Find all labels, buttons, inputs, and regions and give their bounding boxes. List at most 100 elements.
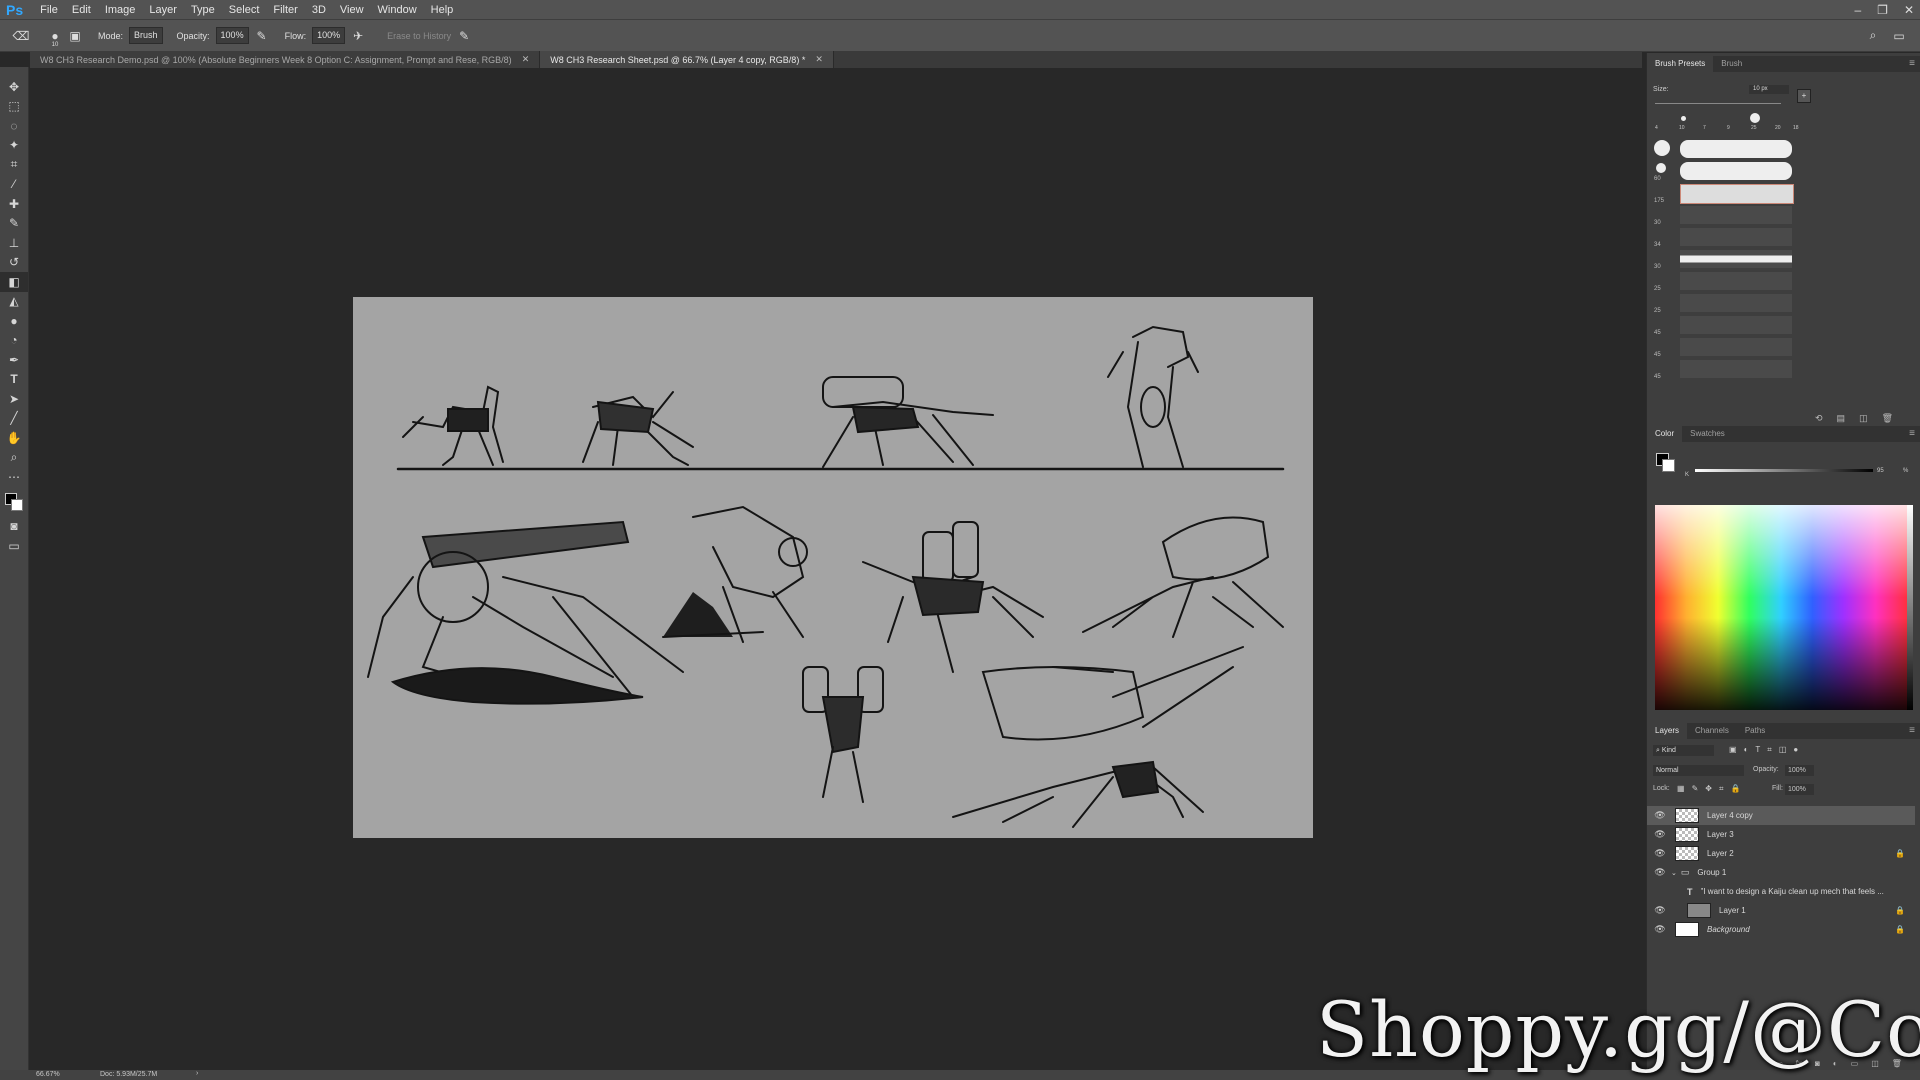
blend-mode-dropdown[interactable]: Normal bbox=[1653, 765, 1744, 776]
brush-panel-toggle-icon[interactable]: ▣ bbox=[68, 29, 82, 43]
brush-preset[interactable]: 45 bbox=[1652, 358, 1792, 380]
tab-brush[interactable]: Brush bbox=[1713, 56, 1750, 72]
brush-preset[interactable]: 175 bbox=[1652, 182, 1794, 204]
layer-row[interactable]: 👁 Background 🔒 bbox=[1647, 920, 1915, 939]
mode-dropdown[interactable]: Brush bbox=[129, 27, 163, 44]
restore-button[interactable]: ❐ bbox=[1877, 3, 1888, 17]
lock-artboard-icon[interactable]: ⌗ bbox=[1719, 784, 1724, 794]
dodge-icon[interactable]: ◔ bbox=[0, 331, 28, 351]
visibility-eye-icon[interactable]: 👁 bbox=[1653, 924, 1667, 935]
chevron-right-icon[interactable]: › bbox=[196, 1070, 198, 1077]
eyedropper-icon[interactable]: ⁄ bbox=[0, 175, 28, 195]
menu-edit[interactable]: Edit bbox=[65, 4, 98, 16]
close-icon[interactable]: ✕ bbox=[522, 54, 530, 65]
size-field[interactable]: 10 px bbox=[1749, 85, 1789, 94]
lasso-icon[interactable]: ◌ bbox=[0, 116, 28, 136]
menu-image[interactable]: Image bbox=[98, 4, 143, 16]
menu-layer[interactable]: Layer bbox=[142, 4, 184, 16]
panel-menu-icon[interactable]: ≡ bbox=[1909, 56, 1915, 72]
airbrush-icon[interactable]: ✈ bbox=[351, 29, 365, 43]
lock-all-icon[interactable]: 🔒 bbox=[1730, 784, 1740, 794]
stamp-icon[interactable]: ⊥ bbox=[0, 233, 28, 253]
trash-icon[interactable]: 🗑 bbox=[1882, 413, 1893, 424]
brush-preset[interactable]: 30 bbox=[1652, 204, 1792, 226]
visibility-eye-icon[interactable]: 👁 bbox=[1653, 810, 1667, 821]
brush-preset[interactable]: 25 bbox=[1652, 270, 1792, 292]
tab-layers[interactable]: Layers bbox=[1647, 723, 1688, 739]
type-filter-icon[interactable]: T bbox=[1755, 745, 1760, 755]
spectrum-brightness-bar[interactable] bbox=[1907, 505, 1913, 710]
layer-row[interactable]: 👁 Layer 4 copy bbox=[1647, 806, 1915, 825]
document-canvas[interactable] bbox=[353, 297, 1313, 838]
color-spectrum[interactable] bbox=[1655, 505, 1907, 710]
brush-preset[interactable]: 25 bbox=[1652, 292, 1792, 314]
lock-pixels-icon[interactable]: ✎ bbox=[1692, 784, 1699, 794]
adjustment-filter-icon[interactable]: ◐ bbox=[1744, 745, 1749, 755]
pressure-size-icon[interactable]: ✎ bbox=[457, 29, 471, 43]
brush-preset[interactable]: 45 bbox=[1652, 314, 1792, 336]
close-window-button[interactable]: ✕ bbox=[1904, 3, 1914, 17]
layer-row[interactable]: T "I want to design a Kaiju clean up mec… bbox=[1647, 882, 1915, 901]
k-value[interactable]: 95 bbox=[1877, 468, 1884, 474]
background-color-swatch[interactable] bbox=[11, 498, 23, 511]
shape-filter-icon[interactable]: ⌗ bbox=[1767, 745, 1772, 755]
visibility-eye-icon[interactable]: 👁 bbox=[1653, 905, 1667, 916]
pen-icon[interactable]: ✒ bbox=[0, 350, 28, 370]
panel-menu-icon[interactable]: ≡ bbox=[1909, 426, 1915, 442]
brush-preset[interactable]: 45 bbox=[1652, 336, 1792, 358]
brush-tip-dot[interactable] bbox=[1681, 116, 1686, 121]
layer-group-row[interactable]: 👁 ⌄ ▭ Group 1 bbox=[1647, 863, 1915, 882]
more-icon[interactable]: ⋯ bbox=[0, 467, 28, 487]
minimize-button[interactable]: – bbox=[1854, 3, 1861, 17]
menu-3d[interactable]: 3D bbox=[305, 4, 333, 16]
search-icon[interactable]: ⌕ bbox=[1866, 28, 1880, 43]
new-preset-icon[interactable]: + bbox=[1797, 89, 1811, 103]
menu-filter[interactable]: Filter bbox=[266, 4, 304, 16]
history-brush-icon[interactable]: ↺ bbox=[0, 253, 28, 273]
path-select-icon[interactable]: ➤ bbox=[0, 389, 28, 409]
color-swatches[interactable] bbox=[0, 487, 28, 517]
fill-field[interactable]: 100% bbox=[1785, 784, 1814, 795]
flow-field[interactable]: 100% bbox=[312, 27, 346, 44]
tab-channels[interactable]: Channels bbox=[1687, 723, 1737, 739]
tab-color[interactable]: Color bbox=[1647, 426, 1683, 442]
menu-view[interactable]: View bbox=[333, 4, 371, 16]
bucket-icon[interactable]: ◭ bbox=[0, 292, 28, 312]
blur-icon[interactable]: ● bbox=[0, 311, 28, 331]
tab-research-demo[interactable]: W8 CH3 Research Demo.psd @ 100% (Absolut… bbox=[30, 51, 541, 68]
brush-preset[interactable]: 30 bbox=[1652, 248, 1792, 270]
brush-preset[interactable]: 34 bbox=[1652, 226, 1792, 248]
tab-brush-presets[interactable]: Brush Presets bbox=[1647, 56, 1714, 72]
new-brush-icon[interactable]: ◫ bbox=[1859, 413, 1868, 424]
brush-icon[interactable]: ✎ bbox=[0, 214, 28, 234]
healing-icon[interactable]: ✚ bbox=[0, 194, 28, 214]
marquee-icon[interactable]: ⬚ bbox=[0, 97, 28, 117]
zoom-readout[interactable]: 66.67% bbox=[36, 1071, 60, 1078]
k-slider[interactable] bbox=[1695, 469, 1873, 472]
eraser-icon[interactable]: ◧ bbox=[0, 272, 28, 292]
lock-position-icon[interactable]: ✥ bbox=[1705, 784, 1712, 794]
pressure-opacity-icon[interactable]: ✎ bbox=[255, 29, 269, 43]
quick-mask-icon[interactable]: ◙ bbox=[0, 517, 28, 537]
opacity-field[interactable]: 100% bbox=[215, 27, 249, 44]
layer-row[interactable]: 👁 Layer 1 🔒 bbox=[1647, 901, 1915, 920]
eraser-tool-icon[interactable]: ⌫ bbox=[13, 29, 30, 43]
visibility-eye-icon[interactable]: 👁 bbox=[1653, 867, 1667, 878]
tab-paths[interactable]: Paths bbox=[1737, 723, 1773, 739]
layer-filter-dropdown[interactable]: ⌕ Kind bbox=[1653, 745, 1714, 756]
type-icon[interactable]: T bbox=[0, 370, 28, 390]
size-slider[interactable] bbox=[1655, 103, 1781, 104]
image-filter-icon[interactable]: ▣ bbox=[1729, 745, 1737, 755]
crop-icon[interactable]: ⌗ bbox=[0, 155, 28, 175]
tab-swatches[interactable]: Swatches bbox=[1682, 426, 1733, 442]
visibility-eye-icon[interactable]: 👁 bbox=[1653, 848, 1667, 859]
background-color-swatch[interactable] bbox=[1662, 459, 1675, 472]
line-icon[interactable]: ╱ bbox=[0, 409, 28, 429]
tab-research-sheet[interactable]: W8 CH3 Research Sheet.psd @ 66.7% (Layer… bbox=[540, 51, 834, 68]
visibility-eye-icon[interactable]: 👁 bbox=[1653, 829, 1667, 840]
layer-opacity-field[interactable]: 100% bbox=[1785, 765, 1814, 776]
menu-window[interactable]: Window bbox=[371, 4, 424, 16]
close-icon[interactable]: ✕ bbox=[815, 54, 823, 65]
menu-file[interactable]: File bbox=[33, 4, 65, 16]
chevron-down-icon[interactable]: ⌄ bbox=[1671, 869, 1677, 877]
